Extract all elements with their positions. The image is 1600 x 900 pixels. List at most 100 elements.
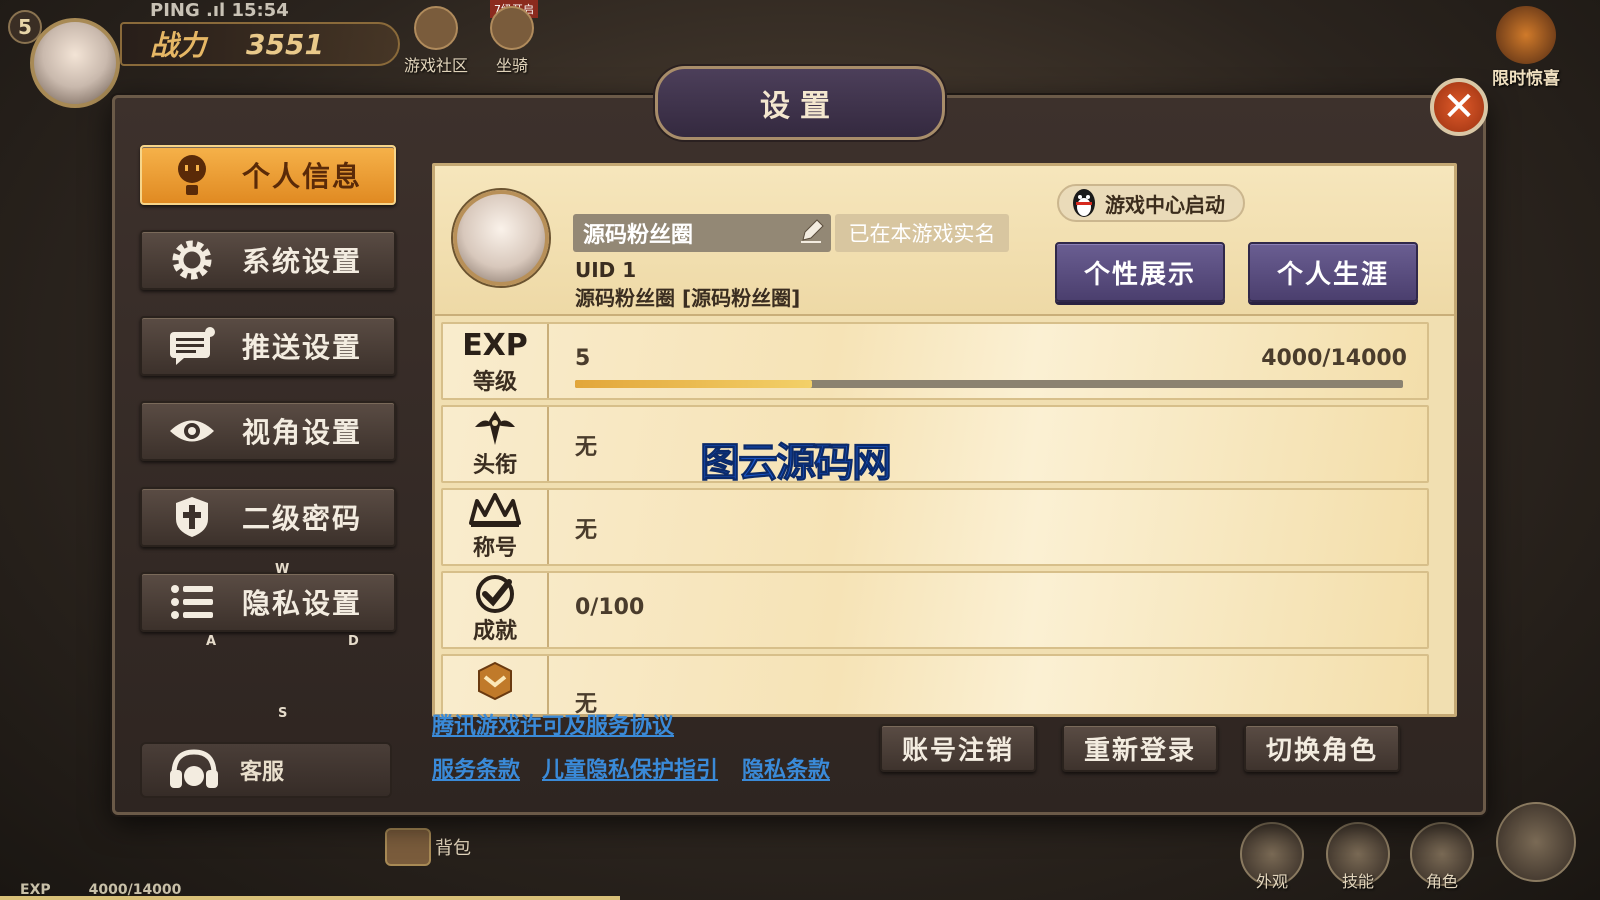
bag-icon — [385, 828, 431, 866]
gift-icon — [1496, 6, 1556, 64]
headset-icon — [170, 749, 218, 788]
rank-value: 无 — [575, 435, 598, 460]
relogin-button[interactable]: 重新登录 — [1062, 724, 1218, 772]
combat-power-panel: 战力 3551 — [120, 22, 400, 66]
exp-progress-fill — [575, 380, 812, 388]
stat-row-level: EXP 等级 5 4000/14000 — [441, 322, 1429, 400]
personal-career-button[interactable]: 个人生涯 — [1248, 242, 1418, 302]
title-label: 称号 — [472, 536, 517, 561]
sidebar-item-label: 隐私设置 — [242, 587, 363, 620]
skill-label: 技能 — [1341, 872, 1374, 891]
bag-button[interactable]: 背包 — [385, 828, 471, 866]
character-label: 角色 — [1425, 872, 1458, 891]
skill-button[interactable]: 技能 — [1326, 822, 1390, 892]
stat-row-achievement: 成就 0/100 — [441, 571, 1429, 649]
sidebar-item-label: 个人信息 — [242, 160, 363, 193]
rank-label: 头衔 — [472, 453, 517, 478]
achievement-value: 0/100 — [575, 595, 645, 620]
eye-icon — [168, 407, 216, 455]
terms-of-service-link[interactable]: 服务条款 — [432, 752, 520, 784]
profile-avatar[interactable] — [453, 190, 549, 286]
exp-icon-text: EXP — [462, 327, 528, 363]
bag-label: 背包 — [435, 838, 471, 859]
sidebar-item-label: 二级密码 — [242, 502, 363, 535]
combat-power-label: 战力 — [150, 29, 207, 62]
limited-surprise-button[interactable]: 限时惊喜 — [1492, 6, 1560, 89]
player-avatar[interactable] — [30, 18, 120, 108]
attack-button[interactable] — [1496, 802, 1576, 882]
box-icon — [475, 661, 515, 701]
realname-status-badge: 已在本游戏实名 — [835, 214, 1009, 252]
level-label-cell: EXP 等级 — [443, 324, 549, 398]
customer-service-button[interactable]: 客服 — [140, 742, 392, 798]
pencil-icon[interactable] — [797, 218, 825, 246]
profile-icon — [168, 151, 216, 199]
sidebar-item-camera[interactable]: 视角设置 — [140, 401, 396, 461]
key-hint-a: A — [206, 634, 217, 649]
appearance-label: 外观 — [1255, 872, 1288, 891]
sidebar-item-profile[interactable]: 个人信息 — [140, 145, 396, 205]
hud-exp-bar — [0, 896, 620, 900]
profile-header: 源码粉丝圈 已在本游戏实名 UID 1 源码粉丝圈 [源码粉丝圈] 游戏中心启动… — [435, 166, 1454, 316]
game-center-start-button[interactable]: 游戏中心启动 — [1057, 184, 1245, 222]
sidebar-item-privacy[interactable]: 隐私设置 — [140, 572, 396, 632]
mount-button[interactable]: 坐骑 — [490, 6, 534, 76]
close-icon: ✕ — [1442, 84, 1476, 130]
personal-career-label: 个人生涯 — [1276, 259, 1389, 290]
nickname-field[interactable]: 源码粉丝圈 — [573, 214, 831, 252]
close-button[interactable]: ✕ — [1430, 78, 1488, 136]
switch-role-label: 切换角色 — [1265, 735, 1378, 766]
key-hint-w: W — [275, 562, 290, 577]
cancel-account-label: 账号注销 — [901, 735, 1014, 766]
limited-surprise-label: 限时惊喜 — [1492, 69, 1560, 89]
rank-icon — [471, 409, 519, 447]
gear-icon — [168, 236, 216, 284]
attack-icon — [1496, 802, 1576, 882]
sidebar-item-password[interactable]: 二级密码 — [140, 487, 396, 547]
character-button[interactable]: 角色 — [1410, 822, 1474, 892]
community-button[interactable]: 游戏社区 — [404, 6, 468, 76]
dialog-title-plate: 设置 — [655, 66, 945, 140]
profile-panel: 源码粉丝圈 已在本游戏实名 UID 1 源码粉丝圈 [源码粉丝圈] 游戏中心启动… — [432, 163, 1457, 717]
community-icon — [414, 6, 458, 50]
ping-time-readout: PING .ıl 15:54 — [150, 0, 289, 21]
checkmark-badge-icon — [473, 575, 517, 613]
title-label-cell: 称号 — [443, 490, 549, 564]
sidebar-item-label: 推送设置 — [242, 331, 363, 364]
sidebar-item-push[interactable]: 推送设置 — [140, 316, 396, 376]
sidebar-item-label: 视角设置 — [242, 416, 363, 449]
exp-count: 4000/14000 — [1261, 346, 1407, 371]
shield-cross-icon — [168, 493, 216, 541]
dialog-title: 设置 — [760, 89, 840, 124]
game-center-label: 游戏中心启动 — [1105, 192, 1225, 217]
nickname-text: 源码粉丝圈 — [583, 223, 694, 248]
combat-power-value: 3551 — [246, 27, 324, 61]
rank-label-cell: 头衔 — [443, 407, 549, 481]
list-icon — [168, 578, 216, 626]
message-icon — [168, 322, 216, 370]
mount-icon — [490, 6, 534, 50]
personal-showcase-label: 个性展示 — [1083, 259, 1196, 290]
relogin-label: 重新登录 — [1083, 735, 1196, 766]
level-value: 5 — [575, 346, 591, 371]
personal-showcase-button[interactable]: 个性展示 — [1055, 242, 1225, 302]
appearance-button[interactable]: 外观 — [1240, 822, 1304, 892]
level-label: 等级 — [472, 370, 517, 395]
stat-row-title: 称号 无 — [441, 488, 1429, 566]
privacy-policy-link[interactable]: 隐私条款 — [742, 752, 830, 784]
customer-service-label: 客服 — [240, 760, 285, 785]
license-agreement-link[interactable]: 腾讯游戏许可及服务协议 — [432, 708, 674, 740]
exp-progress-bar — [575, 380, 1403, 388]
qq-penguin-icon — [1073, 189, 1095, 217]
sidebar-item-label: 系统设置 — [242, 245, 363, 278]
community-label: 游戏社区 — [404, 56, 469, 75]
watermark-logo: 图云源码网 — [700, 440, 893, 487]
switch-role-button[interactable]: 切换角色 — [1244, 724, 1400, 772]
crown-icon — [467, 492, 523, 530]
guild-text: 源码粉丝圈 [源码粉丝圈] — [575, 286, 801, 310]
mount-label: 坐骑 — [495, 56, 528, 75]
cancel-account-button[interactable]: 账号注销 — [880, 724, 1036, 772]
child-privacy-link[interactable]: 儿童隐私保护指引 — [542, 752, 718, 784]
sidebar-item-system[interactable]: 系统设置 — [140, 230, 396, 290]
exp-icon: EXP — [462, 326, 528, 364]
